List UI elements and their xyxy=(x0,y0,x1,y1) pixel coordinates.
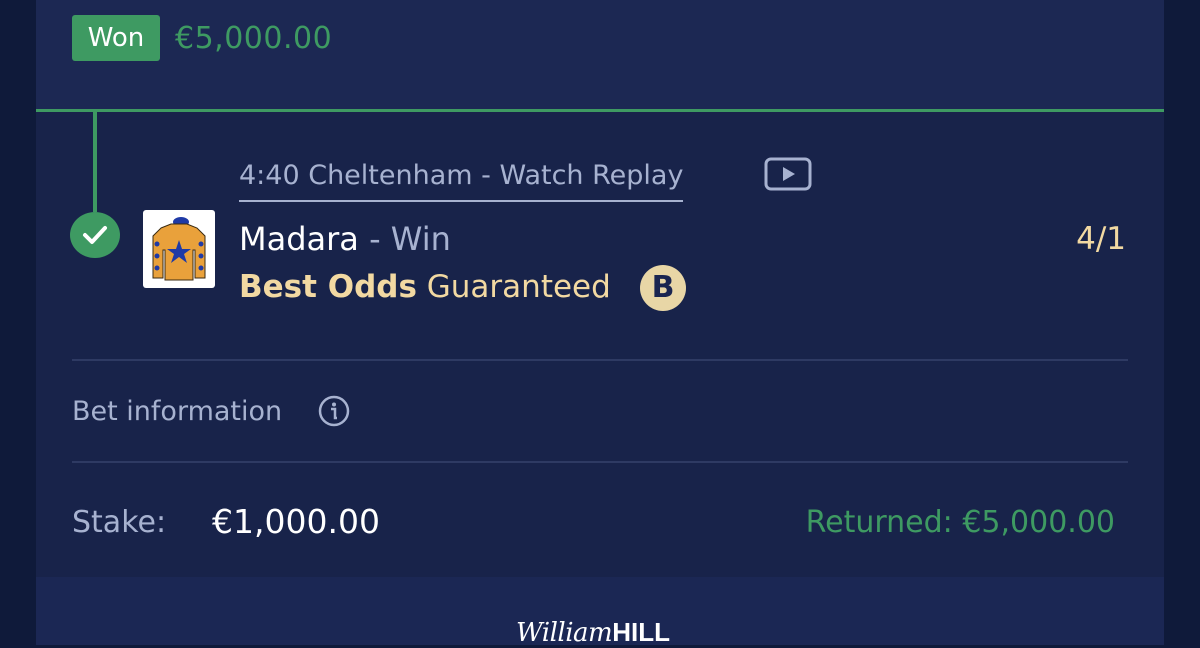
header-amount: €5,000.00 xyxy=(175,21,333,56)
bet-details: 4:40 Cheltenham - Watch Replay Madara - … xyxy=(36,112,1164,577)
check-icon xyxy=(70,212,120,258)
selection-separator: - xyxy=(369,220,381,258)
odds: 4/1 xyxy=(1076,221,1126,257)
stake-value: €1,000.00 xyxy=(212,502,380,541)
bet-card: Won €5,000.00 4:40 Cheltenham - Watch Re… xyxy=(36,0,1164,648)
jockey-silks-icon xyxy=(143,210,215,288)
market-name: Win xyxy=(390,220,451,258)
bet-information-label[interactable]: Bet information xyxy=(72,389,282,435)
boost-badge-icon: B xyxy=(640,265,686,311)
selection-line: Madara - Win xyxy=(239,216,451,262)
stake-label: Stake: xyxy=(72,505,167,540)
watch-replay-link[interactable]: 4:40 Cheltenham - Watch Replay xyxy=(239,156,684,202)
brand-script: William xyxy=(516,618,613,648)
returned-amount: Returned: €5,000.00 xyxy=(805,505,1115,540)
horse-name: Madara xyxy=(239,220,359,258)
footer: WilliamHILL xyxy=(36,577,1164,648)
brand-bold: HILL xyxy=(612,617,670,647)
bet-header: Won €5,000.00 xyxy=(36,0,1164,109)
section-divider xyxy=(72,359,1128,361)
william-hill-logo: WilliamHILL xyxy=(516,617,670,648)
best-odds-guaranteed: Best Odds Guaranteed xyxy=(239,264,611,310)
section-divider xyxy=(72,461,1128,463)
boost-text: Guaranteed xyxy=(426,269,611,305)
status-badge: Won xyxy=(72,15,160,61)
play-icon[interactable] xyxy=(764,157,812,195)
info-icon[interactable] xyxy=(318,395,350,431)
boost-bold-text: Best Odds xyxy=(239,269,417,305)
timeline-line xyxy=(93,112,97,212)
